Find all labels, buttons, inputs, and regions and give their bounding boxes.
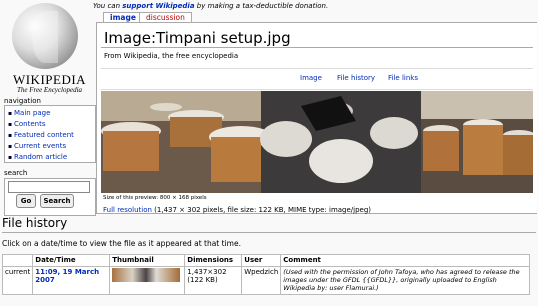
logo-tagline: The Free Encyclopedia bbox=[16, 86, 83, 94]
navigation-heading: navigation bbox=[4, 97, 41, 105]
toc-file-links-link[interactable]: File links bbox=[388, 74, 418, 82]
comment-cell: (Used with the permission of John Tafoya… bbox=[280, 266, 531, 295]
search-heading: search bbox=[4, 169, 28, 177]
table-row: current 11:09, 19 March 2007 1,437×302 (… bbox=[1, 266, 531, 295]
full-resolution-line: Full resolution (1,437 × 302 pixels, fil… bbox=[103, 206, 371, 214]
title-divider bbox=[101, 47, 533, 48]
column-header-thumbnail: Thumbnail bbox=[109, 254, 186, 267]
status-cell: current bbox=[1, 266, 34, 295]
site-notice-suffix: by making a tax-deductible donation. bbox=[194, 2, 329, 10]
dimensions-value: 1,437×302 bbox=[187, 268, 227, 276]
sidebar-item-random-article[interactable]: Random article bbox=[8, 153, 67, 161]
site-notice-prefix: You can bbox=[93, 2, 123, 10]
file-history-intro: Click on a date/time to view the file as… bbox=[2, 239, 241, 248]
user-link[interactable]: Wpedzich bbox=[241, 266, 282, 295]
thumbnail-image[interactable] bbox=[112, 268, 181, 282]
file-history-divider bbox=[2, 232, 536, 233]
dimensions-cell: 1,437×302 (122 KB) bbox=[184, 266, 243, 295]
timpani-photo-graphic bbox=[101, 91, 533, 193]
thumbnail-cell[interactable] bbox=[109, 266, 186, 295]
toc-image-link[interactable]: Image bbox=[300, 74, 322, 82]
page-title: Image:Timpani setup.jpg bbox=[104, 29, 291, 47]
column-header-status bbox=[1, 254, 34, 267]
column-header-dimensions: Dimensions bbox=[184, 254, 243, 267]
wikipedia-logo[interactable]: WIKIPEDIA The Free Encyclopedia bbox=[0, 0, 97, 95]
search-input[interactable] bbox=[8, 181, 90, 193]
sidebar-item-current-events[interactable]: Current events bbox=[8, 142, 66, 150]
sidebar-item-contents[interactable]: Contents bbox=[8, 120, 46, 128]
full-resolution-link[interactable]: Full resolution bbox=[103, 206, 152, 214]
preview-size-note: Size of this preview: 800 × 168 pixels bbox=[103, 195, 207, 201]
site-notice: You can support Wikipedia by making a ta… bbox=[93, 2, 328, 10]
sidebar-item-featured-content[interactable]: Featured content bbox=[8, 131, 74, 139]
page-subtitle: From Wikipedia, the free encyclopedia bbox=[104, 52, 239, 60]
file-history-heading: File history bbox=[2, 216, 68, 230]
sidebar-item-main-page[interactable]: Main page bbox=[8, 109, 50, 117]
column-header-user: User bbox=[241, 254, 282, 267]
column-header-comment: Comment bbox=[280, 254, 531, 267]
puzzle-globe-icon bbox=[12, 3, 78, 69]
search-button[interactable]: Search bbox=[40, 194, 74, 208]
go-button[interactable]: Go bbox=[16, 194, 36, 208]
file-size-value: (122 KB) bbox=[187, 276, 218, 284]
timpani-photo[interactable] bbox=[101, 91, 533, 193]
full-resolution-info: (1,437 × 302 pixels, file size: 122 KB, … bbox=[151, 206, 372, 214]
support-wikipedia-link[interactable]: support Wikipedia bbox=[122, 2, 194, 10]
toc-file-history-link[interactable]: File history bbox=[337, 74, 375, 82]
column-header-datetime: Date/Time bbox=[32, 254, 111, 267]
file-history-table: Date/Time Thumbnail Dimensions User Comm… bbox=[1, 254, 531, 295]
table-header-row: Date/Time Thumbnail Dimensions User Comm… bbox=[1, 254, 531, 267]
datetime-link[interactable]: 11:09, 19 March 2007 bbox=[32, 266, 111, 295]
